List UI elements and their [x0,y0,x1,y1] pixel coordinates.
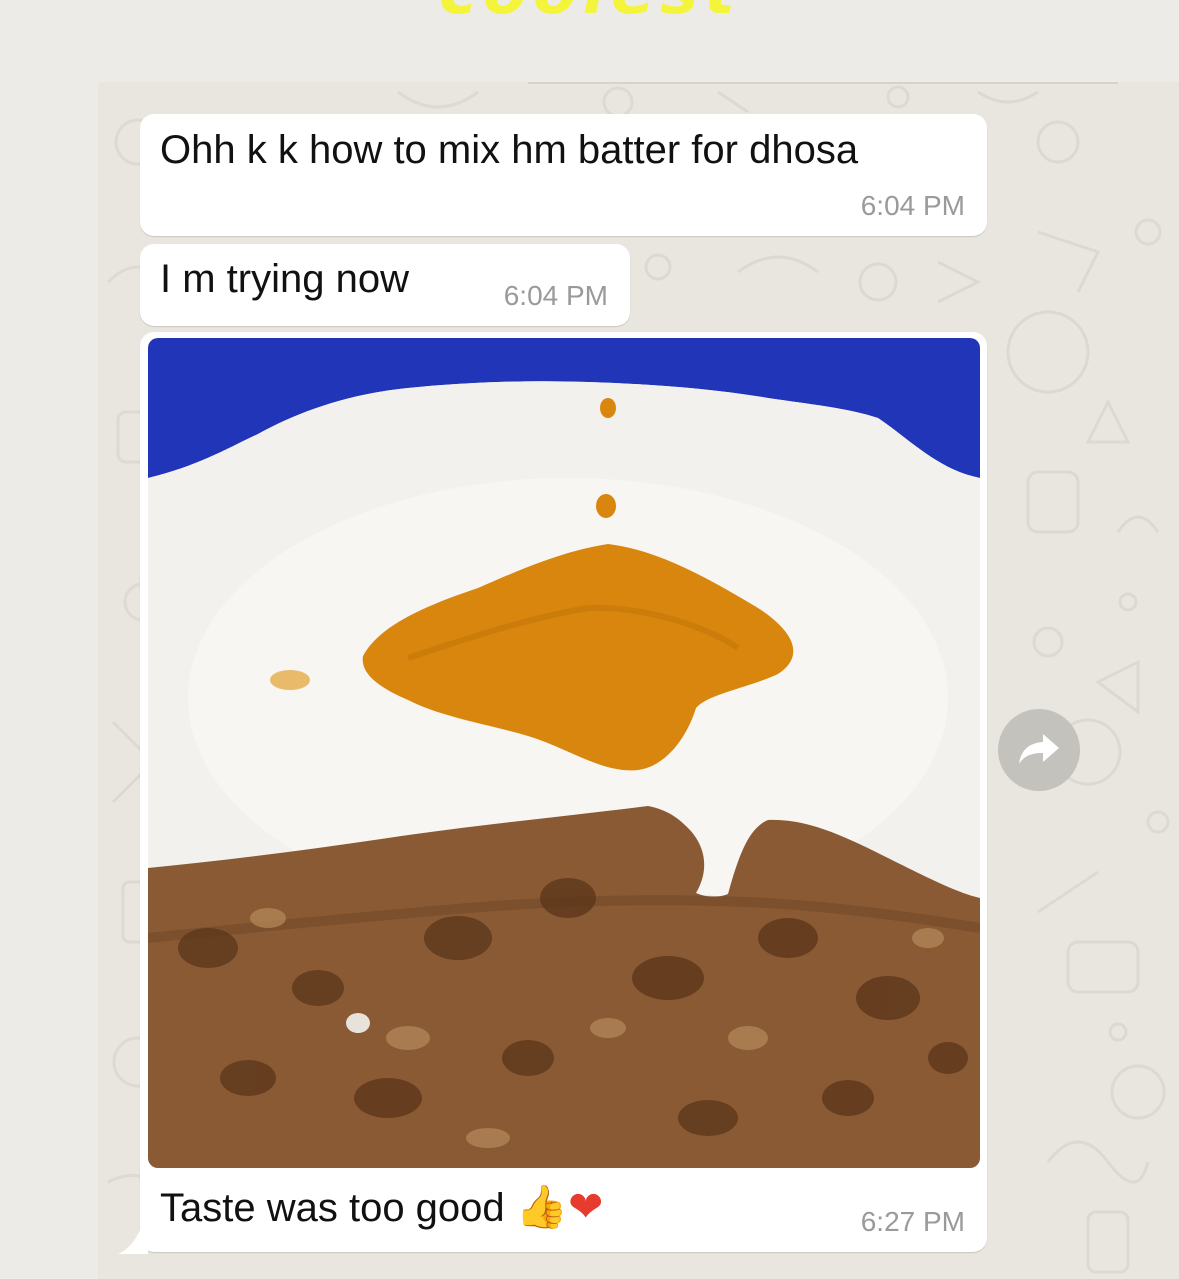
image-caption: Taste was too good 👍❤ [160,1182,604,1231]
message-timestamp: 6:04 PM [860,190,965,221]
forward-button[interactable] [998,709,1080,791]
dosa-photo[interactable] [148,338,980,1168]
image-message-bubble[interactable]: Taste was too good 👍❤ 6:27 PM [140,332,987,1252]
message-timestamp: 6:27 PM [860,1206,965,1237]
chat-divider [528,82,1118,84]
forward-arrow-icon [1019,734,1059,764]
message-bubble-incoming[interactable]: I m trying now 6:04 PM [140,244,630,326]
message-text: Ohh k k how to mix hm batter for dhosa [160,128,859,172]
message-timestamp: 6:04 PM [503,280,608,311]
thumbs-up-emoji-icon: 👍 [515,1182,569,1231]
bubble-tail [118,1230,148,1254]
red-heart-emoji-icon: ❤ [568,1182,604,1231]
chat-conversation[interactable]: Ohh k k how to mix hm batter for dhosa 6… [98,82,1179,1279]
message-text: I m trying now [160,257,409,301]
message-bubble-incoming[interactable]: Ohh k k how to mix hm batter for dhosa 6… [140,114,987,236]
video-overlay-title: coolest bits [360,0,820,22]
